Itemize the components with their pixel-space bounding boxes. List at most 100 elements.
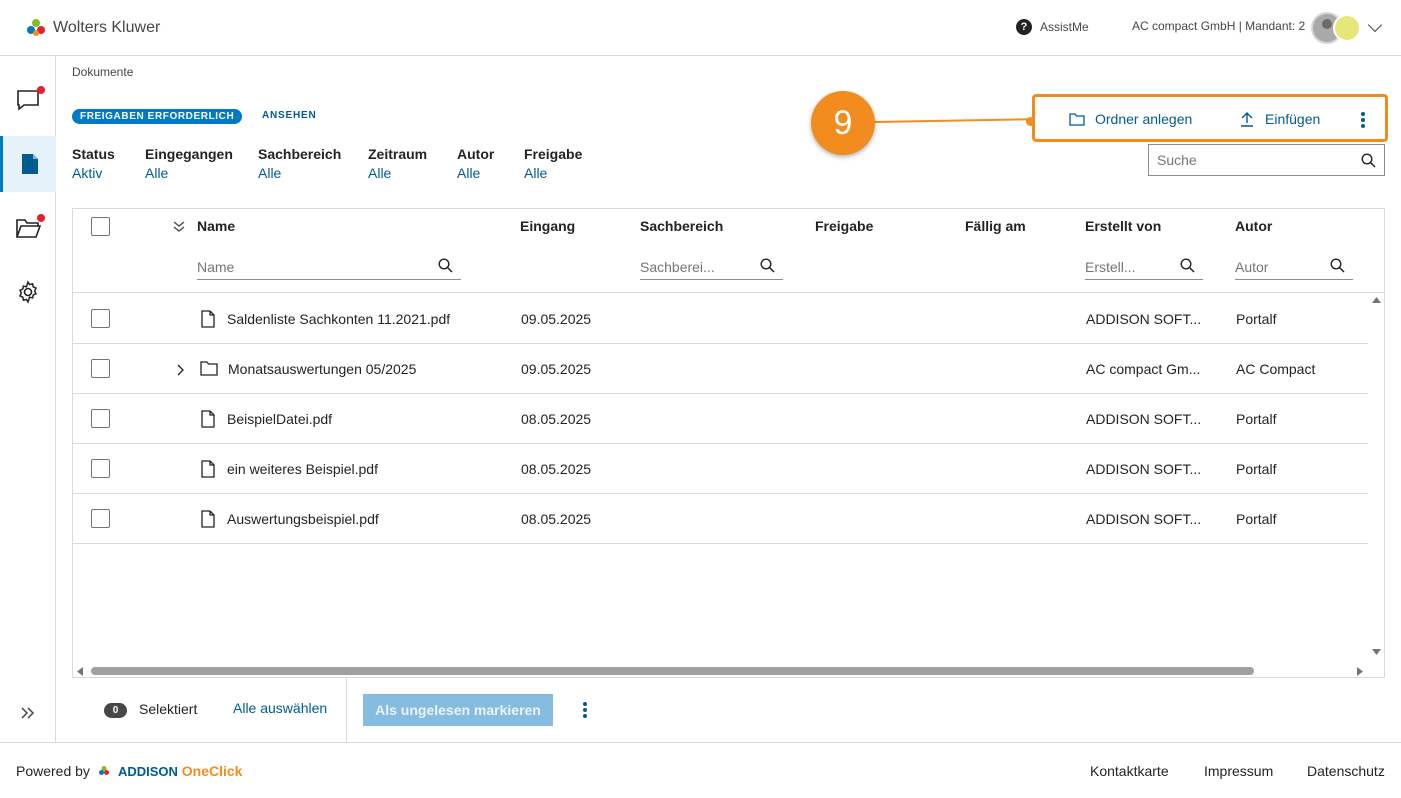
filter-freigabe[interactable]: Freigabe Alle: [524, 146, 582, 181]
row-checkbox[interactable]: [91, 359, 110, 378]
search-icon[interactable]: [1180, 258, 1195, 273]
row-name[interactable]: Auswertungsbeispiel.pdf: [227, 511, 379, 527]
table-row[interactable]: BeispielDatei.pdf 08.05.2025 ADDISON SOF…: [73, 394, 1368, 444]
sidebar-item-settings[interactable]: [0, 264, 56, 320]
sachbereich-filter[interactable]: [640, 255, 783, 280]
row-name[interactable]: ein weiteres Beispiel.pdf: [227, 461, 378, 477]
filter-sachbereich[interactable]: Sachbereich Alle: [258, 146, 341, 181]
scroll-up-arrow-icon[interactable]: [1372, 297, 1381, 303]
chevron-down-icon[interactable]: [1367, 17, 1383, 33]
search-icon[interactable]: [1361, 153, 1376, 168]
sidebar-item-messages[interactable]: [0, 72, 56, 128]
sidebar-item-folders[interactable]: [0, 200, 56, 256]
row-checkbox[interactable]: [91, 409, 110, 428]
assistme-link[interactable]: ? AssistMe: [1016, 19, 1089, 35]
row-erstellt: AC compact Gm...: [1086, 361, 1201, 377]
select-all-link[interactable]: Alle auswählen: [233, 700, 327, 716]
erstellt-filter[interactable]: [1085, 255, 1203, 280]
filter-eingegangen[interactable]: Eingegangen Alle: [145, 146, 233, 181]
horizontal-scrollbar[interactable]: [73, 663, 1384, 677]
column-header-eingang[interactable]: Eingang: [520, 218, 575, 234]
vertical-scrollbar[interactable]: [1368, 293, 1384, 663]
upload-icon: [1241, 112, 1253, 127]
gear-icon: [19, 280, 37, 304]
chevron-right-icon[interactable]: [177, 364, 185, 376]
search-input[interactable]: [1149, 145, 1349, 175]
search-icon[interactable]: [760, 258, 775, 273]
document-icon: [21, 154, 38, 174]
row-autor: AC Compact: [1236, 361, 1316, 377]
insert-button[interactable]: Einfügen: [1239, 111, 1320, 127]
row-name[interactable]: BeispielDatei.pdf: [227, 411, 332, 427]
name-filter-input[interactable]: [197, 255, 461, 279]
footer-link-impressum[interactable]: Impressum: [1204, 763, 1273, 779]
powered-by: Powered by ADDISON OneClick: [16, 763, 242, 779]
row-name[interactable]: Monatsauswertungen 05/2025: [228, 361, 416, 377]
wolters-kluwer-logo[interactable]: Wolters Kluwer: [25, 17, 160, 39]
row-eingang: 09.05.2025: [521, 311, 592, 327]
more-actions-icon[interactable]: [1361, 112, 1365, 130]
table-row[interactable]: Auswertungsbeispiel.pdf 08.05.2025 ADDIS…: [73, 494, 1368, 544]
avatar-client-icon: [1333, 14, 1361, 42]
row-checkbox[interactable]: [91, 309, 110, 328]
filter-status[interactable]: Status Aktiv: [72, 146, 115, 181]
breadcrumb[interactable]: Dokumente: [72, 65, 133, 79]
sidebar: [0, 56, 56, 742]
row-erstellt: ADDISON SOFT...: [1086, 411, 1202, 427]
footer-link-kontaktkarte[interactable]: Kontaktkarte: [1090, 763, 1169, 779]
footer: Powered by ADDISON OneClick Kontaktkarte…: [0, 742, 1401, 798]
column-header-freigabe[interactable]: Freigabe: [815, 218, 873, 234]
search-icon[interactable]: [1330, 258, 1345, 273]
row-checkbox[interactable]: [91, 509, 110, 528]
table-row[interactable]: ein weiteres Beispiel.pdf 08.05.2025 ADD…: [73, 444, 1368, 494]
table-row[interactable]: Saldenliste Sachkonten 11.2021.pdf 09.05…: [73, 294, 1368, 344]
expand-all-icon[interactable]: [173, 221, 185, 233]
assistme-label: AssistMe: [1040, 20, 1089, 34]
sidebar-item-documents[interactable]: [0, 136, 56, 192]
mandant-label[interactable]: AC compact GmbH | Mandant: 2: [1132, 19, 1305, 33]
new-folder-button[interactable]: Ordner anlegen: [1069, 111, 1192, 127]
scroll-left-arrow-icon[interactable]: [77, 667, 83, 676]
chat-icon: [17, 90, 39, 111]
expand-sidebar-icon[interactable]: [20, 706, 36, 725]
user-avatar[interactable]: [1311, 12, 1361, 44]
scroll-down-arrow-icon[interactable]: [1372, 649, 1381, 655]
autor-filter[interactable]: [1235, 255, 1353, 280]
filter-label: Zeitraum: [368, 146, 428, 162]
row-eingang: 08.05.2025: [521, 511, 592, 527]
filter-zeitraum[interactable]: Zeitraum Alle: [368, 146, 427, 181]
approval-required-badge[interactable]: FREIGABEN ERFORDERLICH: [72, 109, 243, 124]
scroll-right-arrow-icon[interactable]: [1357, 667, 1363, 676]
table-row[interactable]: Monatsauswertungen 05/2025 09.05.2025 AC…: [73, 344, 1368, 394]
view-link[interactable]: ANSEHEN: [262, 110, 317, 121]
column-header-autor[interactable]: Autor: [1235, 218, 1272, 234]
filter-value: Alle: [524, 165, 548, 181]
column-header-faellig[interactable]: Fällig am: [965, 218, 1026, 234]
filter-value: Alle: [145, 165, 169, 181]
mark-unread-button[interactable]: Als ungelesen markieren: [363, 694, 553, 726]
row-name[interactable]: Saldenliste Sachkonten 11.2021.pdf: [227, 311, 450, 327]
more-options-icon[interactable]: [583, 702, 587, 720]
selected-count-badge: 0: [104, 703, 127, 718]
name-filter[interactable]: [197, 255, 461, 280]
row-eingang: 09.05.2025: [521, 361, 592, 377]
column-header-sachbereich[interactable]: Sachbereich: [640, 218, 723, 234]
filter-value: Alle: [258, 165, 282, 181]
select-all-checkbox[interactable]: [91, 217, 110, 236]
filter-label: Sachbereich: [258, 146, 342, 162]
search-box[interactable]: [1148, 144, 1385, 176]
help-icon: ?: [1016, 19, 1032, 35]
row-checkbox[interactable]: [91, 459, 110, 478]
horizontal-scroll-thumb[interactable]: [91, 667, 1254, 675]
column-header-erstellt[interactable]: Erstellt von: [1085, 218, 1161, 234]
filter-label: Status: [72, 146, 115, 162]
filter-autor[interactable]: Autor Alle: [457, 146, 494, 181]
search-icon[interactable]: [438, 258, 453, 273]
selection-bar: 0 Selektiert Alle auswählen Als ungelese…: [72, 678, 1385, 742]
file-icon: [201, 310, 215, 328]
documents-table: Name Eingang Sachbereich Freigabe Fällig…: [72, 208, 1385, 678]
column-header-name[interactable]: Name: [197, 218, 235, 234]
footer-link-datenschutz[interactable]: Datenschutz: [1307, 763, 1385, 779]
addison-brand: ADDISON: [117, 764, 178, 779]
file-icon: [201, 410, 215, 428]
